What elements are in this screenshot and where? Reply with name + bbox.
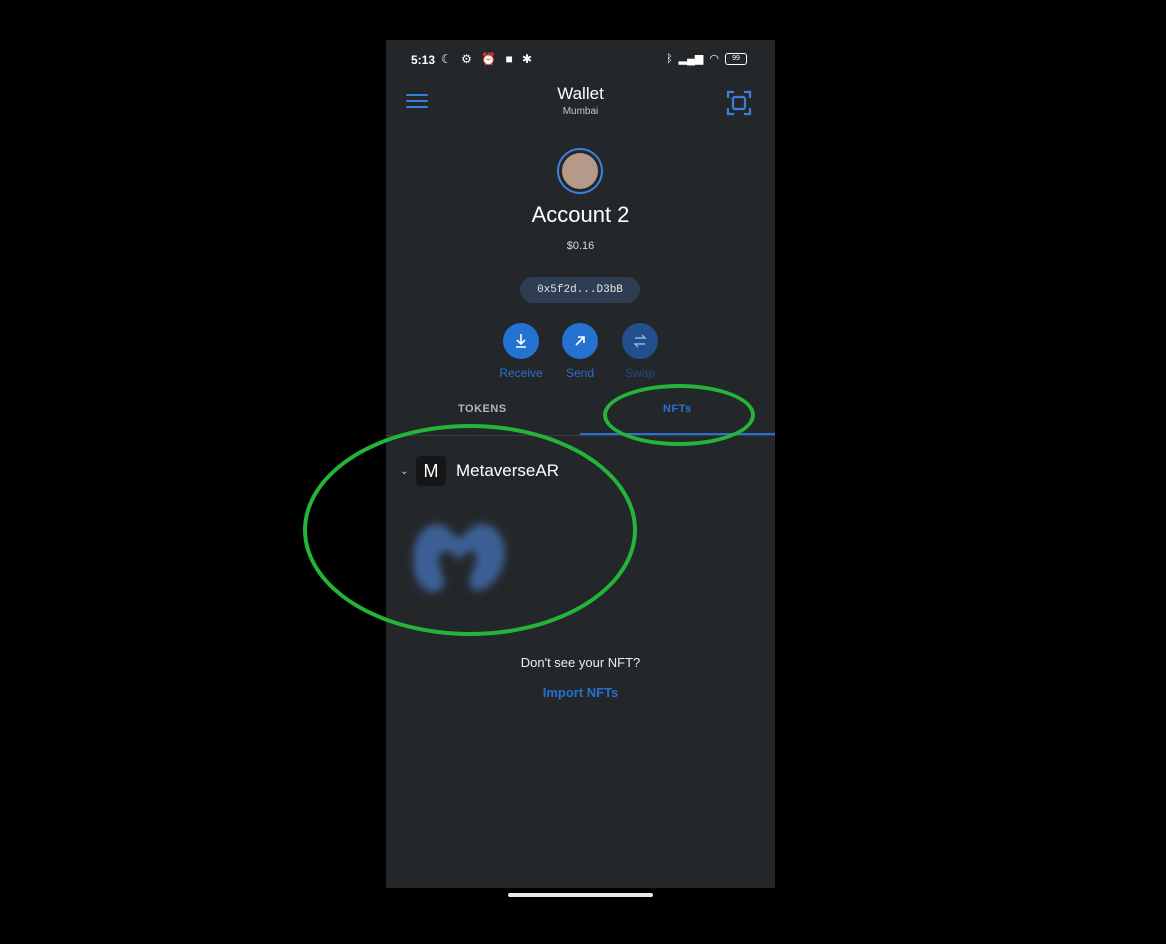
wifi-icon: ◠	[709, 53, 719, 65]
nft-missing-prompt: Don't see your NFT?	[520, 655, 641, 670]
swap-icon	[622, 323, 658, 359]
active-tab-indicator	[580, 433, 775, 435]
avatar	[562, 153, 598, 189]
tab-divider	[386, 435, 775, 436]
tab-tokens[interactable]: TOKENS	[458, 403, 507, 415]
account-name[interactable]: Account 2	[386, 202, 775, 228]
status-bar: 5:13 ☾ ⚙ ⏰ ■ ✱ ᛒ ▂▄▆ ◠ 99	[386, 52, 775, 70]
network-name[interactable]: Mumbai	[386, 106, 775, 117]
system-icons: ᛒ ▂▄▆ ◠ 99	[666, 52, 747, 65]
swap-label: Swap	[624, 366, 656, 380]
swap-button[interactable]: Swap	[610, 323, 670, 380]
signal-icon: ▂▄▆	[678, 53, 704, 65]
arrow-up-right-icon	[562, 323, 598, 359]
bluetooth-icon: ᛒ	[666, 52, 673, 65]
send-button[interactable]: Send	[550, 323, 610, 380]
collection-icon: M	[416, 456, 446, 486]
collection-name: MetaverseAR	[456, 461, 559, 480]
home-indicator[interactable]	[508, 893, 653, 897]
receive-button[interactable]: Receive	[491, 323, 551, 380]
status-time: 5:13	[411, 53, 436, 67]
notification-icons: ☾ ⚙ ⏰ ■ ✱	[441, 52, 536, 66]
battery-icon: 99	[725, 52, 747, 65]
account-address-pill[interactable]: 0x5f2d...D3bB	[520, 277, 640, 303]
qr-scan-icon[interactable]	[726, 90, 752, 116]
download-arrow-icon	[503, 323, 539, 359]
account-balance: $0.16	[566, 240, 595, 252]
phone-screen: 5:13 ☾ ⚙ ⏰ ■ ✱ ᛒ ▂▄▆ ◠ 99 Wallet Mumbai …	[386, 40, 775, 888]
nft-thumbnail[interactable]	[404, 510, 514, 600]
account-avatar[interactable]	[557, 148, 603, 194]
tab-nfts[interactable]: NFTs	[663, 403, 692, 415]
send-label: Send	[565, 366, 595, 380]
receive-label: Receive	[499, 366, 543, 380]
import-nfts-link[interactable]: Import NFTs	[386, 685, 775, 700]
chevron-down-icon[interactable]: ⌄	[400, 466, 416, 477]
page-title: Wallet	[557, 84, 604, 103]
nft-collection-header[interactable]: ⌄ M MetaverseAR	[400, 456, 559, 486]
